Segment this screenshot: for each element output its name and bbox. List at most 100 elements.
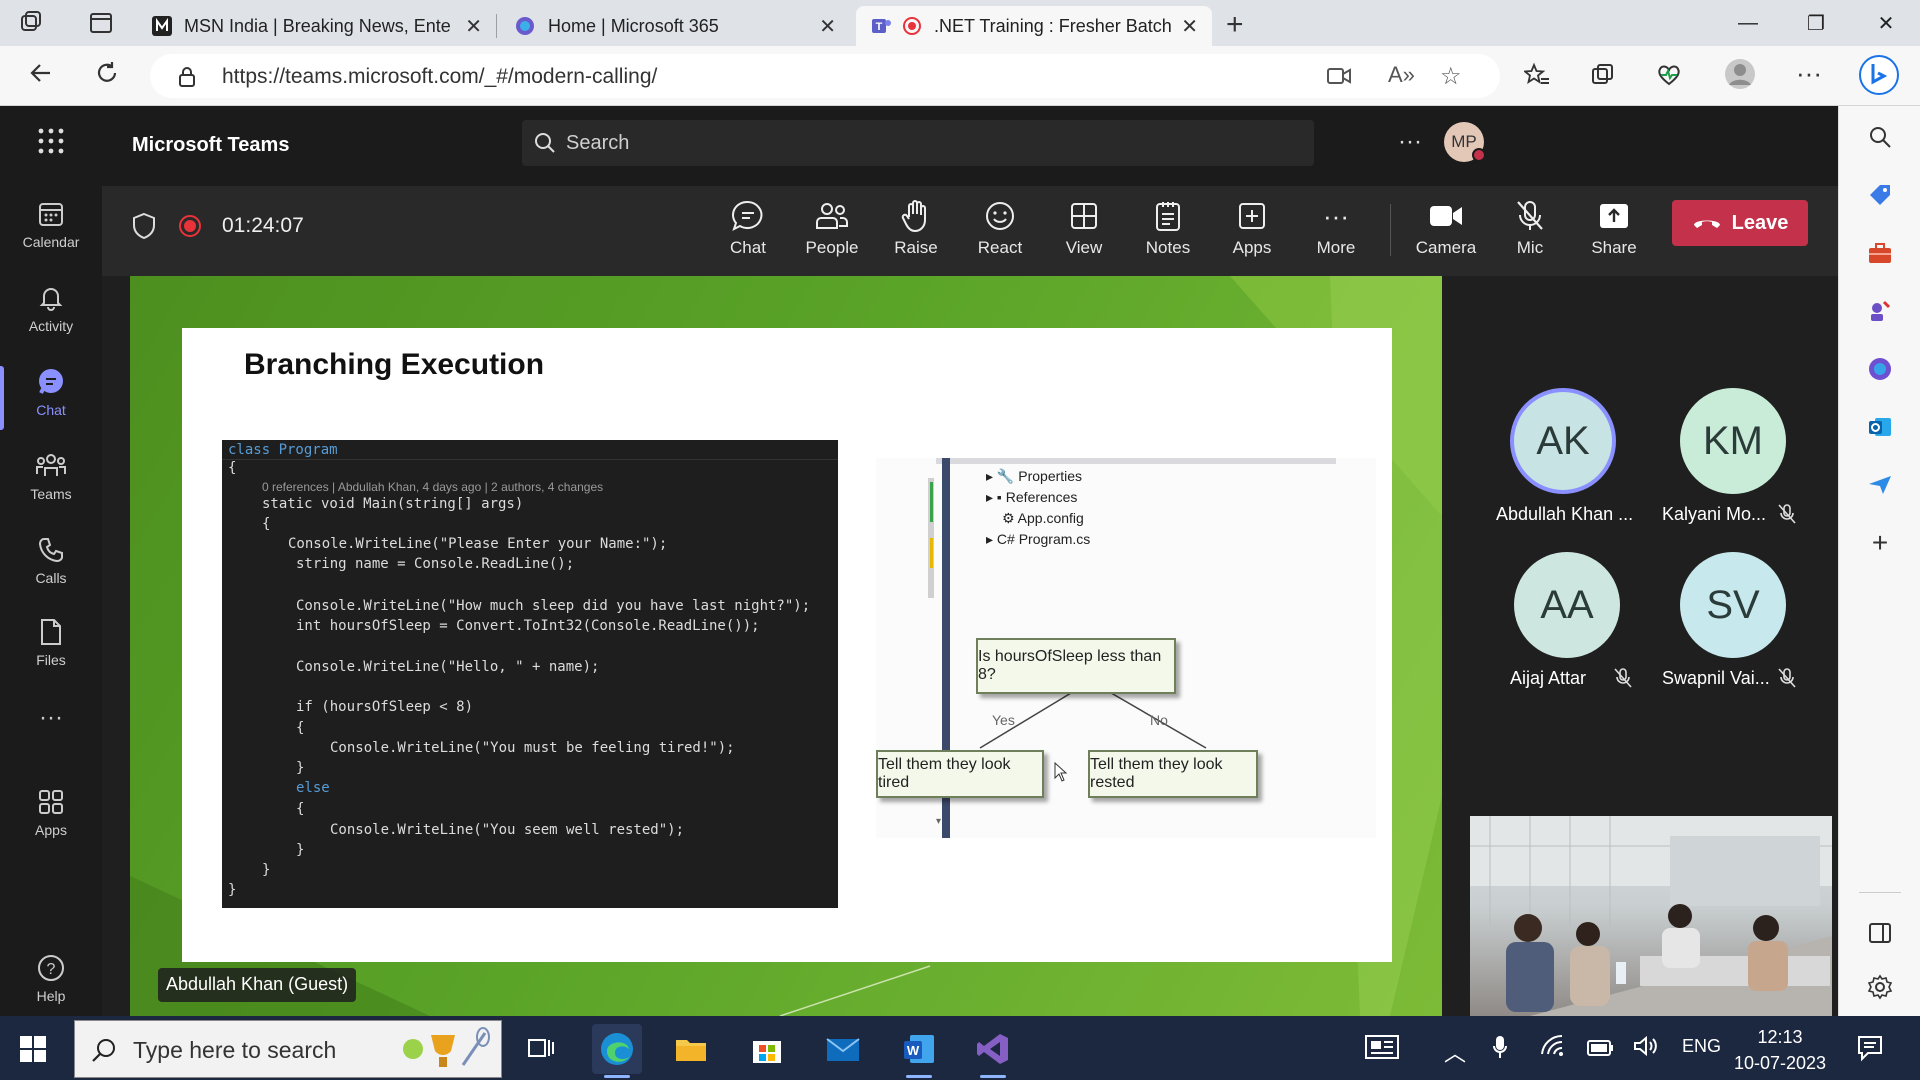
close-tab-icon[interactable]: ✕ <box>819 14 836 39</box>
rail-calendar[interactable]: Calendar <box>0 194 102 274</box>
muted-mic-icon <box>1778 504 1796 524</box>
windows-start-icon[interactable] <box>20 1036 46 1062</box>
profile-avatar-icon[interactable] <box>1724 58 1756 90</box>
self-video-preview[interactable] <box>1470 816 1832 1016</box>
mail-icon[interactable] <box>818 1024 868 1074</box>
notifications-icon[interactable] <box>1856 1034 1884 1062</box>
search-input[interactable]: Search <box>522 120 1314 166</box>
windows-taskbar: Type here to search W ︿ ENG 12:13 10-07-… <box>0 1016 1920 1080</box>
favorite-star-icon[interactable]: ☆ <box>1440 62 1462 91</box>
wifi-icon[interactable] <box>1540 1034 1566 1058</box>
news-widget-icon[interactable] <box>1364 1034 1400 1060</box>
tools-briefcase-icon[interactable] <box>1863 236 1897 270</box>
new-tab-icon[interactable]: + <box>1226 8 1244 42</box>
workspaces-icon[interactable] <box>18 10 44 36</box>
collections-icon[interactable] <box>1590 62 1616 88</box>
task-view-icon[interactable] <box>516 1024 566 1074</box>
rail-calls[interactable]: Calls <box>0 530 102 610</box>
shopping-tag-icon[interactable] <box>1863 178 1897 212</box>
control-label: Apps <box>1232 238 1272 257</box>
battery-icon[interactable] <box>1586 1036 1614 1058</box>
refresh-icon[interactable] <box>94 60 120 86</box>
close-tab-icon[interactable]: ✕ <box>1181 14 1198 39</box>
leave-button[interactable]: Leave <box>1672 200 1808 246</box>
participant-avatar[interactable]: SV <box>1680 552 1786 658</box>
outlook-icon[interactable] <box>1863 410 1897 444</box>
react-button[interactable]: React <box>960 194 1040 268</box>
read-aloud-icon[interactable]: A» <box>1388 62 1415 88</box>
share-button[interactable]: Share <box>1574 194 1654 268</box>
svg-text:W: W <box>907 1043 920 1058</box>
more-button[interactable]: ··· More <box>1296 194 1376 268</box>
restore-icon[interactable]: ❐ <box>1796 8 1836 38</box>
chevron-up-icon[interactable]: ︿ <box>1444 1036 1466 1068</box>
rail-apps[interactable]: Apps <box>0 782 102 862</box>
view-button[interactable]: View <box>1044 194 1124 268</box>
games-icon[interactable] <box>1863 294 1897 328</box>
participant-avatar[interactable]: AA <box>1514 552 1620 658</box>
rail-more[interactable]: ··· <box>0 698 102 738</box>
participant-avatar[interactable]: KM <box>1680 388 1786 494</box>
camera-button[interactable]: Camera <box>1406 194 1486 268</box>
notes-icon <box>1155 194 1181 238</box>
people-icon <box>814 194 850 238</box>
control-label: Chat <box>730 238 766 257</box>
lock-icon[interactable] <box>178 66 196 88</box>
search-highlight-icon[interactable] <box>393 1027 493 1073</box>
participant-avatar[interactable]: AK <box>1510 388 1616 494</box>
close-window-icon[interactable]: ✕ <box>1866 8 1906 38</box>
tab-microsoft-365[interactable]: Home | Microsoft 365 ✕ <box>500 6 850 46</box>
minimize-icon[interactable]: — <box>1728 8 1768 38</box>
raise-hand-button[interactable]: Raise <box>876 194 956 268</box>
code-line: { <box>296 801 305 817</box>
help-icon: ? <box>36 948 66 988</box>
add-icon[interactable]: + <box>1863 526 1897 560</box>
control-label: Notes <box>1145 238 1191 257</box>
url-field[interactable]: https://teams.microsoft.com/_#/modern-ca… <box>150 54 1500 98</box>
notes-button[interactable]: Notes <box>1128 194 1208 268</box>
settings-more-icon[interactable]: ··· <box>1796 58 1822 89</box>
rail-chat[interactable]: Chat <box>0 362 102 442</box>
tab-net-training[interactable]: T .NET Training : Fresher Batch ✕ <box>856 6 1212 46</box>
code-line: { <box>296 720 305 736</box>
header-more-icon[interactable]: ··· <box>1398 128 1422 156</box>
language-indicator[interactable]: ENG <box>1682 1036 1721 1057</box>
meeting-timer: 01:24:07 <box>222 214 304 237</box>
video-icon[interactable] <box>1326 64 1352 88</box>
search-icon[interactable] <box>1863 120 1897 154</box>
mic-button[interactable]: Mic <box>1490 194 1570 268</box>
recording-icon <box>902 16 922 36</box>
app-launcher-icon[interactable] <box>36 126 66 156</box>
tab-msn[interactable]: MSN India | Breaking News, Ente ✕ <box>138 6 496 46</box>
rail-files[interactable]: Files <box>0 612 102 692</box>
microsoft-store-icon[interactable] <box>742 1024 792 1074</box>
tab-actions-icon[interactable] <box>88 10 114 36</box>
system-clock[interactable]: 12:13 10-07-2023 <box>1730 1024 1830 1076</box>
visual-studio-icon[interactable] <box>968 1024 1018 1078</box>
people-button[interactable]: People <box>792 194 872 268</box>
close-tab-icon[interactable]: ✕ <box>465 14 482 39</box>
back-icon[interactable] <box>28 60 54 86</box>
rail-activity[interactable]: Activity <box>0 278 102 358</box>
code-line: class Program <box>228 442 338 458</box>
favorites-icon[interactable] <box>1524 62 1550 88</box>
sidebar-toggle-icon[interactable] <box>1863 916 1897 950</box>
shield-icon[interactable] <box>132 212 156 240</box>
meeting-control-bar: 01:24:07 Chat People Raise React View No… <box>102 186 1838 276</box>
bing-copilot-icon[interactable] <box>1858 54 1900 96</box>
chat-button[interactable]: Chat <box>708 194 788 268</box>
browser-essentials-icon[interactable] <box>1656 62 1682 88</box>
apps-button[interactable]: Apps <box>1212 194 1292 268</box>
control-label: Raise <box>894 238 938 257</box>
taskbar-search-input[interactable]: Type here to search <box>74 1020 502 1078</box>
settings-gear-icon[interactable] <box>1863 970 1897 1004</box>
volume-icon[interactable] <box>1632 1034 1660 1058</box>
edge-browser-icon[interactable] <box>592 1024 642 1078</box>
word-icon[interactable]: W <box>894 1024 944 1078</box>
microphone-icon[interactable] <box>1492 1034 1508 1060</box>
file-explorer-icon[interactable] <box>666 1024 716 1074</box>
send-icon[interactable] <box>1863 468 1897 502</box>
code-line: } <box>296 842 305 858</box>
microsoft-365-icon[interactable] <box>1863 352 1897 386</box>
rail-teams[interactable]: Teams <box>0 446 102 526</box>
